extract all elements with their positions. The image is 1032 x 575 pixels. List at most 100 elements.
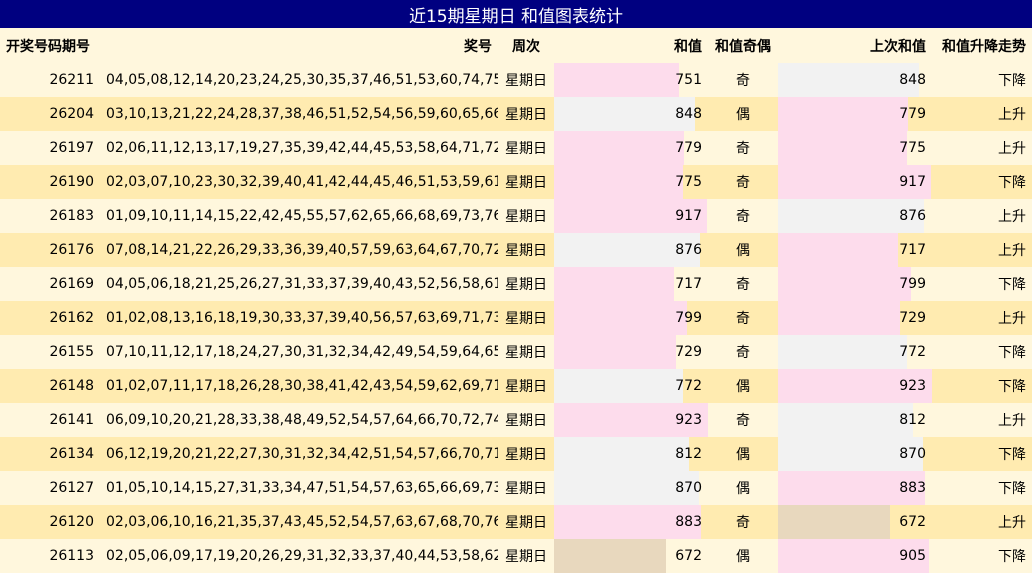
table-row: 26204 03,10,13,21,22,24,28,37,38,46,51,52… [0, 97, 1032, 131]
table-row: 26169 04,05,06,18,21,25,26,27,31,33,37,39… [0, 267, 1032, 301]
prev-sum-value: 729 [899, 310, 926, 326]
numbers-cell: 06,09,10,20,21,28,33,38,48,49,52,54,57,6… [100, 403, 498, 437]
prev-sum-cell: 772 [778, 335, 932, 369]
weekday-cell: 星期日 [498, 539, 554, 573]
parity-cell: 奇 [708, 131, 778, 165]
trend-cell: 下降 [932, 165, 1032, 199]
numbers-cell: 01,02,07,11,17,18,26,28,30,38,41,42,43,5… [100, 369, 498, 403]
table-body: 26211 04,05,08,12,14,20,23,24,25,30,35,37… [0, 63, 1032, 573]
header-prev-sum: 上次和值 [778, 28, 932, 63]
table-row: 26141 06,09,10,20,21,28,33,38,48,49,52,54… [0, 403, 1032, 437]
numbers-cell: 07,10,11,12,17,18,24,27,30,31,32,34,42,4… [100, 335, 498, 369]
sum-cell: 751 [554, 63, 708, 97]
prev-sum-value: 905 [899, 548, 926, 564]
period-cell: 26155 [0, 335, 100, 369]
period-cell: 26120 [0, 505, 100, 539]
prev-sum-cell: 923 [778, 369, 932, 403]
sum-cell: 717 [554, 267, 708, 301]
parity-cell: 奇 [708, 267, 778, 301]
parity-cell: 奇 [708, 199, 778, 233]
sum-value: 717 [675, 276, 702, 292]
trend-cell: 上升 [932, 97, 1032, 131]
weekday-cell: 星期日 [498, 301, 554, 335]
header-row: 开奖号码期号 奖号 周次 和值 和值奇偶 上次和值 和值升降走势 [0, 28, 1032, 63]
sum-cell: 672 [554, 539, 708, 573]
sum-cell: 799 [554, 301, 708, 335]
prev-sum-cell: 779 [778, 97, 932, 131]
weekday-cell: 星期日 [498, 437, 554, 471]
sum-cell: 729 [554, 335, 708, 369]
weekday-cell: 星期日 [498, 369, 554, 403]
numbers-cell: 03,10,13,21,22,24,28,37,38,46,51,52,54,5… [100, 97, 498, 131]
trend-cell: 上升 [932, 199, 1032, 233]
prev-sum-cell: 812 [778, 403, 932, 437]
table-row: 26148 01,02,07,11,17,18,26,28,30,38,41,42… [0, 369, 1032, 403]
period-cell: 26197 [0, 131, 100, 165]
period-cell: 26113 [0, 539, 100, 573]
sum-value: 917 [675, 208, 702, 224]
sum-value: 799 [675, 310, 702, 326]
weekday-cell: 星期日 [498, 165, 554, 199]
parity-cell: 奇 [708, 301, 778, 335]
sum-value: 672 [675, 548, 702, 564]
table-row: 26113 02,05,06,09,17,19,20,26,29,31,32,33… [0, 539, 1032, 573]
table-row: 26127 01,05,10,14,15,27,31,33,34,47,51,54… [0, 471, 1032, 505]
parity-cell: 偶 [708, 437, 778, 471]
weekday-cell: 星期日 [498, 505, 554, 539]
prev-sum-value: 883 [899, 480, 926, 496]
header-trend: 和值升降走势 [932, 28, 1032, 63]
sum-cell: 772 [554, 369, 708, 403]
parity-cell: 奇 [708, 165, 778, 199]
period-cell: 26211 [0, 63, 100, 97]
weekday-cell: 星期日 [498, 471, 554, 505]
sum-value: 751 [675, 72, 702, 88]
trend-cell: 下降 [932, 437, 1032, 471]
prev-sum-value: 848 [899, 72, 926, 88]
parity-cell: 奇 [708, 335, 778, 369]
prev-sum-value: 876 [899, 208, 926, 224]
period-cell: 26190 [0, 165, 100, 199]
sum-value: 923 [675, 412, 702, 428]
table-row: 26162 01,02,08,13,16,18,19,30,33,37,39,40… [0, 301, 1032, 335]
numbers-cell: 01,02,08,13,16,18,19,30,33,37,39,40,56,5… [100, 301, 498, 335]
sum-cell: 775 [554, 165, 708, 199]
prev-sum-value: 870 [899, 446, 926, 462]
parity-cell: 奇 [708, 403, 778, 437]
numbers-cell: 04,05,08,12,14,20,23,24,25,30,35,37,46,5… [100, 63, 498, 97]
period-cell: 26169 [0, 267, 100, 301]
weekday-cell: 星期日 [498, 233, 554, 267]
sum-cell: 848 [554, 97, 708, 131]
sum-value: 779 [675, 140, 702, 156]
sum-cell: 779 [554, 131, 708, 165]
numbers-cell: 02,06,11,12,13,17,19,27,35,39,42,44,45,5… [100, 131, 498, 165]
weekday-cell: 星期日 [498, 403, 554, 437]
numbers-cell: 01,05,10,14,15,27,31,33,34,47,51,54,57,6… [100, 471, 498, 505]
numbers-cell: 07,08,14,21,22,26,29,33,36,39,40,57,59,6… [100, 233, 498, 267]
header-parity: 和值奇偶 [708, 28, 778, 63]
prev-sum-value: 775 [899, 140, 926, 156]
sum-value: 883 [675, 514, 702, 530]
prev-sum-cell: 883 [778, 471, 932, 505]
period-cell: 26183 [0, 199, 100, 233]
sum-statistics-table: 开奖号码期号 奖号 周次 和值 和值奇偶 上次和值 和值升降走势 26211 04… [0, 28, 1032, 573]
table-row: 26190 02,03,07,10,23,30,32,39,40,41,42,44… [0, 165, 1032, 199]
prev-sum-value: 917 [899, 174, 926, 190]
sum-cell: 923 [554, 403, 708, 437]
numbers-cell: 06,12,19,20,21,22,27,30,31,32,34,42,51,5… [100, 437, 498, 471]
trend-cell: 上升 [932, 131, 1032, 165]
table-row: 26176 07,08,14,21,22,26,29,33,36,39,40,57… [0, 233, 1032, 267]
prev-sum-value: 779 [899, 106, 926, 122]
weekday-cell: 星期日 [498, 97, 554, 131]
trend-cell: 上升 [932, 505, 1032, 539]
prev-sum-cell: 775 [778, 131, 932, 165]
prev-sum-cell: 905 [778, 539, 932, 573]
trend-cell: 下降 [932, 267, 1032, 301]
header-sum: 和值 [554, 28, 708, 63]
trend-cell: 下降 [932, 369, 1032, 403]
weekday-cell: 星期日 [498, 267, 554, 301]
trend-cell: 下降 [932, 539, 1032, 573]
prev-sum-cell: 717 [778, 233, 932, 267]
period-cell: 26204 [0, 97, 100, 131]
trend-cell: 下降 [932, 63, 1032, 97]
prev-sum-cell: 876 [778, 199, 932, 233]
